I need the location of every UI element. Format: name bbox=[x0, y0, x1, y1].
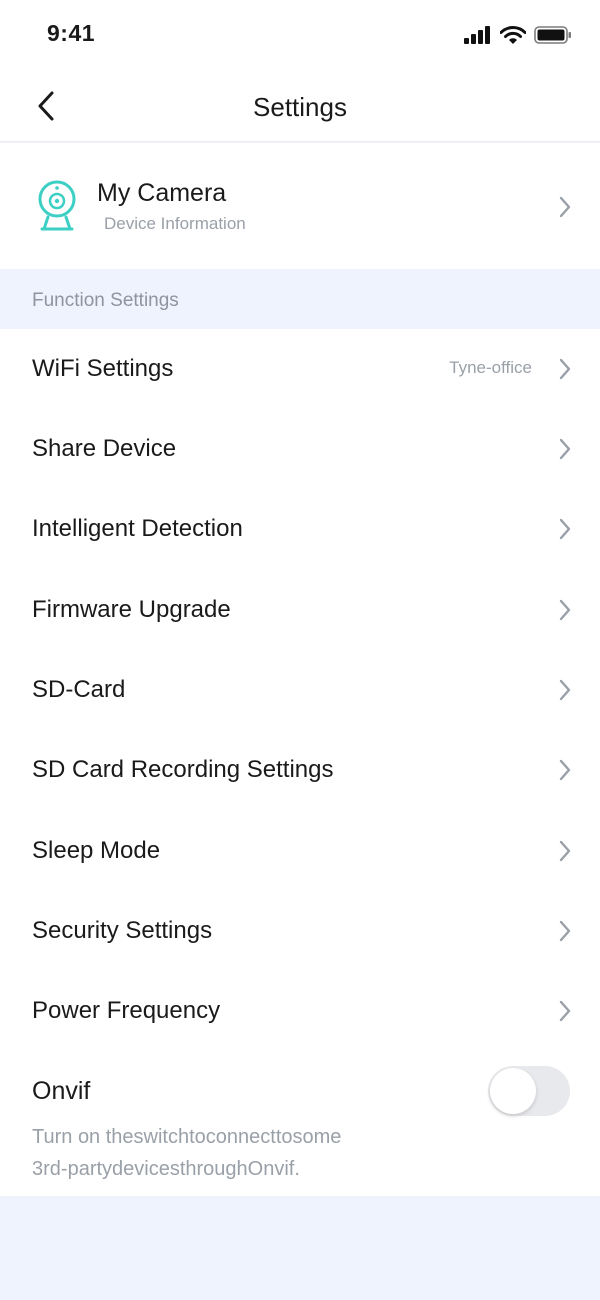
chevron-right-icon bbox=[559, 358, 571, 380]
row-firmware-upgrade[interactable]: Firmware Upgrade bbox=[0, 570, 600, 650]
chevron-right-icon bbox=[559, 518, 571, 540]
chevron-right-icon bbox=[559, 840, 571, 862]
row-sd-card[interactable]: SD-Card bbox=[0, 650, 600, 730]
chevron-right-icon bbox=[559, 599, 571, 621]
nav-bar: Settings bbox=[0, 70, 600, 142]
row-security-settings[interactable]: Security Settings bbox=[0, 891, 600, 971]
chevron-right-icon bbox=[559, 438, 571, 460]
row-wifi-settings[interactable]: WiFi Settings Tyne-office bbox=[0, 329, 600, 409]
row-sd-card-recording-settings[interactable]: SD Card Recording Settings bbox=[0, 730, 600, 810]
row-sleep-mode[interactable]: Sleep Mode bbox=[0, 811, 600, 891]
row-label: WiFi Settings bbox=[32, 355, 174, 382]
toggle-knob bbox=[490, 1068, 536, 1114]
row-label: Intelligent Detection bbox=[32, 515, 243, 542]
chevron-right-icon bbox=[559, 920, 571, 942]
chevron-right-icon bbox=[559, 196, 571, 218]
status-time: 9:41 bbox=[47, 20, 96, 46]
status-icons bbox=[464, 24, 572, 46]
camera-icon bbox=[38, 180, 76, 231]
row-value: Tyne-office bbox=[449, 358, 532, 377]
section-title: Function Settings bbox=[32, 290, 179, 311]
row-label: SD Card Recording Settings bbox=[32, 756, 334, 783]
row-label: Security Settings bbox=[32, 917, 213, 944]
row-label: Power Frequency bbox=[32, 997, 221, 1024]
onvif-label: Onvif bbox=[32, 1077, 91, 1105]
device-information-row[interactable]: My Camera Device Information bbox=[0, 143, 600, 269]
chevron-right-icon bbox=[559, 759, 571, 781]
device-subtitle: Device Information bbox=[104, 214, 246, 233]
onvif-toggle[interactable] bbox=[488, 1066, 570, 1116]
row-label: Firmware Upgrade bbox=[32, 596, 231, 623]
row-intelligent-detection[interactable]: Intelligent Detection bbox=[0, 489, 600, 569]
section-header: Function Settings bbox=[0, 269, 600, 329]
status-bar: 9:41 bbox=[0, 0, 600, 70]
settings-list: WiFi Settings Tyne-office Share Device I… bbox=[0, 329, 600, 1196]
chevron-right-icon bbox=[559, 679, 571, 701]
wifi-icon bbox=[500, 25, 526, 44]
row-label: SD-Card bbox=[32, 676, 126, 703]
onvif-description: Turn on theswitchtoconnecttosome 3rd-par… bbox=[32, 1121, 452, 1185]
signal-icon bbox=[464, 26, 490, 44]
row-label: Share Device bbox=[32, 435, 177, 462]
onvif-description-line-1: Turn on theswitchtoconnecttosome bbox=[32, 1126, 342, 1148]
row-label: Sleep Mode bbox=[32, 837, 161, 864]
row-share-device[interactable]: Share Device bbox=[0, 409, 600, 489]
onvif-description-line-2: 3rd-partydevicesthroughOnvif. bbox=[32, 1158, 300, 1180]
battery-icon bbox=[534, 26, 571, 44]
device-name: My Camera bbox=[97, 179, 227, 207]
row-power-frequency[interactable]: Power Frequency bbox=[0, 971, 600, 1051]
chevron-right-icon bbox=[559, 1000, 571, 1022]
page-title: Settings bbox=[253, 92, 347, 122]
